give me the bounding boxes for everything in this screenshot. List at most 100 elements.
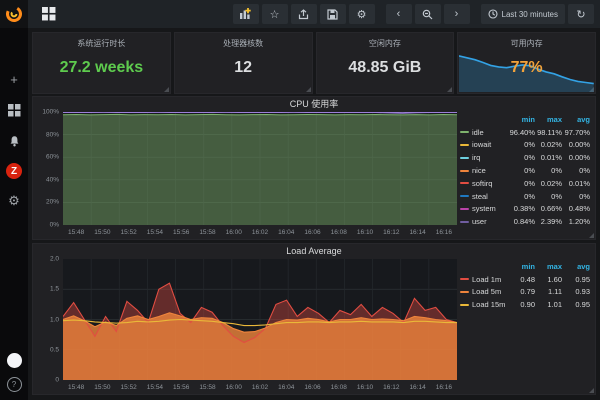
time-back-button[interactable]: ‹ [386, 4, 412, 24]
legend-series-name[interactable]: idle [460, 128, 508, 137]
legend-series-name[interactable]: system [460, 204, 508, 213]
legend-avg-value: 0.95 [562, 275, 590, 284]
legend-swatch[interactable] [460, 195, 469, 197]
sidebar: + Z ⚙ ? [0, 0, 28, 400]
y-tick-label: 40% [46, 176, 59, 183]
x-tick-label: 15:56 [168, 384, 194, 391]
dashboard-picker-icon[interactable] [36, 4, 62, 24]
load-y-axis: 2.01.51.00.50 [37, 259, 63, 380]
legend-max-value: 0.02% [535, 179, 562, 188]
time-forward-button[interactable]: › [444, 4, 470, 24]
panel-resize-handle[interactable] [164, 87, 169, 92]
legend-row: Load 1m0.481.600.95 [460, 273, 590, 286]
cpu-usage-panel: CPU 使用率 100%80%60%40%20%0% 15:4815:5015:… [32, 96, 596, 240]
legend-min-value: 0.38% [508, 204, 535, 213]
alerting-bell-icon[interactable] [5, 132, 23, 150]
create-plus-icon[interactable]: + [5, 70, 23, 88]
zabbix-app-icon[interactable]: Z [6, 163, 22, 179]
legend-series-name[interactable]: steal [460, 192, 508, 201]
legend-series-name[interactable]: user [460, 217, 508, 226]
legend-max-value: 1.60 [535, 275, 562, 284]
legend-max-value: 0.66% [535, 204, 562, 213]
legend-series-name[interactable]: Load 1m [460, 275, 508, 284]
legend-swatch[interactable] [460, 144, 469, 146]
dashboards-grid-icon[interactable] [5, 101, 23, 119]
share-button[interactable] [291, 4, 317, 24]
legend-series-name[interactable]: nice [460, 166, 508, 175]
legend-col-min: min [508, 115, 535, 124]
legend-min-value: 0.79 [508, 287, 535, 296]
cpu-plot-area[interactable] [63, 112, 457, 225]
x-tick-label: 16:14 [404, 229, 430, 236]
stat-title[interactable]: 空闲内存 [317, 38, 454, 49]
legend-col-max: max [535, 115, 562, 124]
legend-series-name[interactable]: iowait [460, 140, 508, 149]
legend-series-name[interactable]: Load 5m [460, 287, 508, 296]
user-avatar[interactable] [7, 353, 22, 368]
load-plot-area[interactable] [63, 259, 457, 380]
panel-resize-handle[interactable] [589, 388, 594, 393]
dashboard-settings-button[interactable]: ⚙ [349, 4, 375, 24]
legend-swatch[interactable] [460, 278, 469, 280]
legend-avg-value: 0.01% [562, 179, 590, 188]
stat-row: 系统运行时长 27.2 weeks 处理器核数 12 空闲内存 48.85 Gi… [32, 32, 596, 94]
stat-panel-free-memory: 空闲内存 48.85 GiB [316, 32, 455, 94]
legend-swatch[interactable] [460, 304, 469, 306]
legend-swatch[interactable] [460, 208, 469, 210]
panel-title[interactable]: CPU 使用率 [33, 97, 595, 111]
panel-resize-handle[interactable] [447, 87, 452, 92]
zoom-out-button[interactable] [415, 4, 441, 24]
legend-max-value: 0% [535, 166, 562, 175]
grafana-flame-icon [4, 4, 24, 24]
legend-row: user0.84%2.39%1.20% [460, 215, 590, 228]
legend-series-name[interactable]: Load 15m [460, 300, 508, 309]
legend-header: minmaxavg [460, 113, 590, 126]
x-tick-label: 16:14 [404, 384, 430, 391]
stat-title[interactable]: 系统运行时长 [33, 38, 170, 49]
legend-swatch[interactable] [460, 170, 469, 172]
legend-swatch[interactable] [460, 182, 469, 184]
star-button[interactable]: ☆ [262, 4, 288, 24]
panel-resize-handle[interactable] [589, 233, 594, 238]
legend-series-name[interactable]: irq [460, 153, 508, 162]
help-icon[interactable]: ? [7, 377, 22, 392]
refresh-button[interactable]: ↻ [568, 4, 594, 24]
x-tick-label: 16:16 [431, 384, 457, 391]
legend-min-value: 0% [508, 179, 535, 188]
clock-icon [488, 9, 498, 19]
legend-swatch[interactable] [460, 131, 469, 133]
x-tick-label: 16:04 [273, 229, 299, 236]
y-tick-label: 0.5 [50, 346, 59, 353]
legend-swatch[interactable] [460, 157, 469, 159]
legend-max-value: 1.11 [535, 287, 562, 296]
legend-max-value: 2.39% [535, 217, 562, 226]
legend-avg-value: 0% [562, 166, 590, 175]
load-legend: minmaxavgLoad 1m0.481.600.95Load 5m0.791… [460, 260, 590, 311]
legend-series-name[interactable]: softirq [460, 179, 508, 188]
legend-min-value: 0.84% [508, 217, 535, 226]
load-average-panel: Load Average 2.01.51.00.50 15:4815:5015:… [32, 243, 596, 395]
panel-resize-handle[interactable] [306, 87, 311, 92]
add-panel-button[interactable] [233, 4, 259, 24]
x-tick-label: 15:54 [142, 229, 168, 236]
legend-max-value: 0.02% [535, 140, 562, 149]
x-tick-label: 15:48 [63, 229, 89, 236]
legend-col-max: max [535, 262, 562, 271]
legend-avg-value: 0% [562, 192, 590, 201]
x-tick-label: 16:06 [299, 384, 325, 391]
time-range-picker[interactable]: Last 30 minutes [481, 4, 565, 24]
legend-max-value: 1.01 [535, 300, 562, 309]
legend-row: steal0%0%0% [460, 190, 590, 203]
save-button[interactable] [320, 4, 346, 24]
cpu-legend: minmaxavgidle96.40%98.11%97.70%iowait0%0… [460, 113, 590, 228]
configuration-gear-icon[interactable]: ⚙ [5, 192, 23, 210]
x-tick-label: 16:04 [273, 384, 299, 391]
legend-swatch[interactable] [460, 221, 469, 223]
panel-title[interactable]: Load Average [33, 244, 595, 258]
x-tick-label: 15:56 [168, 229, 194, 236]
stat-title[interactable]: 可用内存 [458, 38, 595, 49]
stat-title[interactable]: 处理器核数 [175, 38, 312, 49]
grafana-logo[interactable] [0, 0, 28, 28]
legend-swatch[interactable] [460, 291, 469, 293]
x-tick-label: 16:10 [352, 384, 378, 391]
